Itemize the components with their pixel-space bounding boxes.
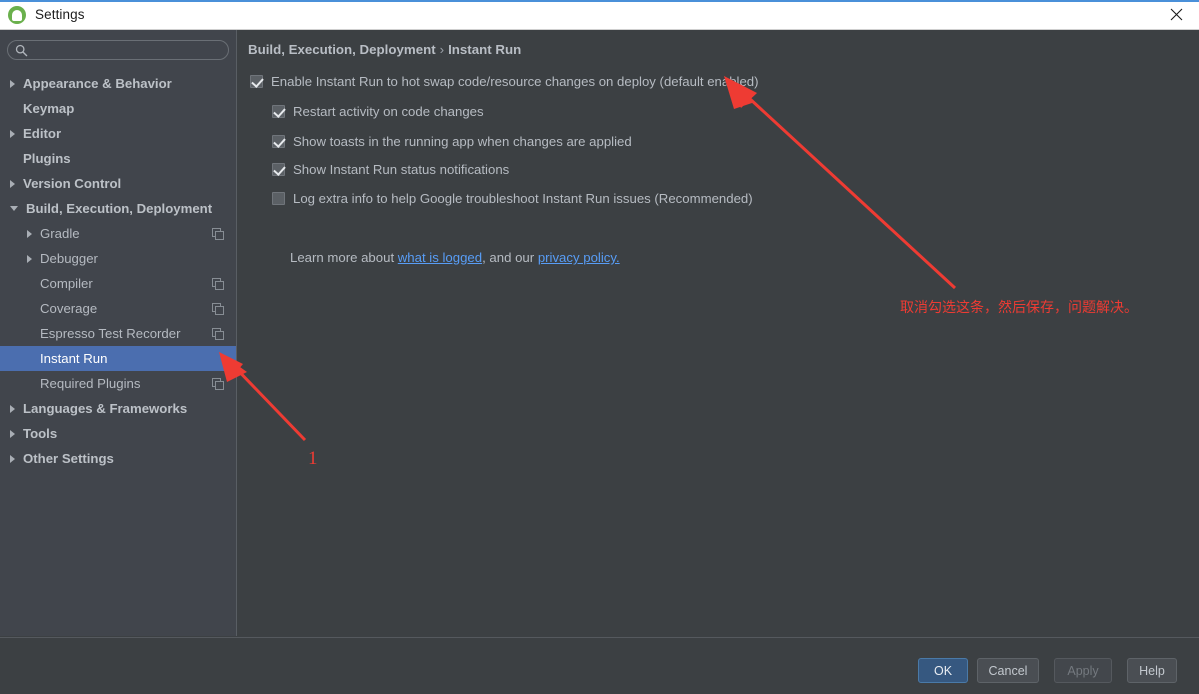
learn-more-text: Learn more about what is logged, and our… bbox=[290, 250, 620, 265]
copy-icon[interactable] bbox=[212, 327, 224, 340]
chevron-right-icon[interactable] bbox=[27, 254, 32, 263]
copy-icon[interactable] bbox=[212, 302, 224, 315]
settings-main-panel: Build, Execution, Deployment › Instant Run… bbox=[238, 30, 1199, 636]
close-icon[interactable] bbox=[1153, 0, 1199, 29]
sidebar-item-editor[interactable]: Editor bbox=[0, 121, 236, 146]
sidebar-item-label: Keymap bbox=[23, 101, 75, 116]
sidebar-item-other-settings[interactable]: Other Settings bbox=[0, 446, 236, 471]
chevron-right-icon[interactable] bbox=[10, 404, 15, 413]
option-label: Log extra info to help Google troublesho… bbox=[293, 191, 753, 206]
search-input[interactable] bbox=[33, 43, 213, 57]
sidebar-item-required-plugins[interactable]: Required Plugins bbox=[0, 371, 236, 396]
cancel-button[interactable]: Cancel bbox=[977, 658, 1039, 683]
twisty-placeholder bbox=[27, 330, 32, 338]
twisty-placeholder bbox=[27, 305, 32, 313]
title-accent-line bbox=[0, 0, 1199, 2]
sidebar-item-keymap[interactable]: Keymap bbox=[0, 96, 236, 121]
breadcrumb-parent: Build, Execution, Deployment bbox=[248, 42, 436, 57]
twisty-placeholder bbox=[27, 280, 32, 288]
chevron-right-icon[interactable] bbox=[27, 229, 32, 238]
option-row[interactable]: Log extra info to help Google troublesho… bbox=[272, 191, 753, 206]
apply-button: Apply bbox=[1054, 658, 1112, 683]
title-bar: Settings bbox=[0, 0, 1199, 30]
what-is-logged-link[interactable]: what is logged bbox=[398, 250, 482, 265]
twisty-placeholder bbox=[27, 355, 32, 363]
sidebar-item-label: Version Control bbox=[23, 176, 122, 191]
dialog-button-bar: OKCancelApplyHelp http://blog.csdn.net/c… bbox=[0, 637, 1199, 694]
sidebar-item-debugger[interactable]: Debugger bbox=[0, 246, 236, 271]
search-box[interactable] bbox=[7, 40, 229, 60]
sidebar-item-plugins[interactable]: Plugins bbox=[0, 146, 236, 171]
sidebar-item-gradle[interactable]: Gradle bbox=[0, 221, 236, 246]
sidebar-item-tools[interactable]: Tools bbox=[0, 421, 236, 446]
chevron-right-icon[interactable] bbox=[10, 454, 15, 463]
sidebar-item-label: Plugins bbox=[23, 151, 71, 166]
checkbox-unchecked[interactable] bbox=[272, 192, 285, 205]
chevron-right-icon[interactable] bbox=[10, 79, 15, 88]
sidebar-item-label: Editor bbox=[23, 126, 62, 141]
ok-button[interactable]: OK bbox=[918, 658, 968, 683]
copy-icon[interactable] bbox=[212, 227, 224, 240]
sidebar-item-label: Coverage bbox=[40, 301, 98, 316]
sidebar-item-coverage[interactable]: Coverage bbox=[0, 296, 236, 321]
breadcrumb-separator: › bbox=[439, 42, 445, 57]
option-row[interactable]: Enable Instant Run to hot swap code/reso… bbox=[250, 74, 759, 89]
twisty-placeholder bbox=[27, 380, 32, 388]
checkbox-checked[interactable] bbox=[250, 75, 263, 88]
annotation-chinese-note: 取消勾选这条，然后保存，问题解决。 bbox=[900, 300, 1138, 316]
privacy-policy-link[interactable]: privacy policy. bbox=[538, 250, 620, 265]
checkbox-checked[interactable] bbox=[272, 105, 285, 118]
learn-more-middle: , and our bbox=[482, 250, 538, 265]
option-label: Show Instant Run status notifications bbox=[293, 162, 510, 177]
learn-more-prefix: Learn more about bbox=[290, 250, 398, 265]
copy-icon[interactable] bbox=[212, 377, 224, 390]
chevron-right-icon[interactable] bbox=[10, 179, 15, 188]
sidebar-item-label: Gradle bbox=[40, 226, 80, 241]
window-title: Settings bbox=[35, 7, 85, 22]
option-label: Show toasts in the running app when chan… bbox=[293, 134, 632, 149]
sidebar-item-version-control[interactable]: Version Control bbox=[0, 171, 236, 196]
chevron-right-icon[interactable] bbox=[10, 429, 15, 438]
sidebar-item-compiler[interactable]: Compiler bbox=[0, 271, 236, 296]
option-label: Restart activity on code changes bbox=[293, 104, 484, 119]
sidebar-item-label: Languages & Frameworks bbox=[23, 401, 188, 416]
option-row[interactable]: Show toasts in the running app when chan… bbox=[272, 134, 632, 149]
sidebar-item-appearance-behavior[interactable]: Appearance & Behavior bbox=[0, 71, 236, 96]
search-icon bbox=[15, 44, 28, 56]
chevron-down-icon[interactable] bbox=[10, 206, 18, 211]
sidebar-item-label: Compiler bbox=[40, 276, 93, 291]
sidebar-item-label: Espresso Test Recorder bbox=[40, 326, 181, 341]
twisty-placeholder bbox=[10, 105, 15, 113]
sidebar-item-label: Debugger bbox=[40, 251, 98, 266]
sidebar-item-espresso-test-recorder[interactable]: Espresso Test Recorder bbox=[0, 321, 236, 346]
settings-sidebar: Appearance & Behavior Keymap Editor Plugins… bbox=[0, 30, 237, 636]
sidebar-item-label: Tools bbox=[23, 426, 58, 441]
breadcrumb: Build, Execution, Deployment › Instant Run bbox=[248, 42, 521, 57]
sidebar-item-label: Appearance & Behavior bbox=[23, 76, 172, 91]
sidebar-item-label: Other Settings bbox=[23, 451, 114, 466]
settings-tree: Appearance & Behavior Keymap Editor Plugins… bbox=[0, 71, 236, 471]
settings-window: Settings Appearance & Behavior Keymap Edit… bbox=[0, 0, 1199, 694]
sidebar-item-label: Build, Execution, Deployment bbox=[26, 201, 213, 216]
android-logo-icon bbox=[8, 5, 26, 24]
chevron-right-icon[interactable] bbox=[10, 129, 15, 138]
sidebar-item-languages-frameworks[interactable]: Languages & Frameworks bbox=[0, 396, 236, 421]
copy-icon[interactable] bbox=[212, 277, 224, 290]
sidebar-item-label: Instant Run bbox=[40, 351, 108, 366]
option-row[interactable]: Show Instant Run status notifications bbox=[272, 162, 509, 177]
checkbox-checked[interactable] bbox=[272, 163, 285, 176]
option-row[interactable]: Restart activity on code changes bbox=[272, 104, 484, 119]
help-button[interactable]: Help bbox=[1127, 658, 1177, 683]
sidebar-item-instant-run[interactable]: Instant Run bbox=[0, 346, 236, 371]
sidebar-item-label: Required Plugins bbox=[40, 376, 141, 391]
sidebar-item-build-execution-deployment[interactable]: Build, Execution, Deployment bbox=[0, 196, 236, 221]
checkbox-checked[interactable] bbox=[272, 135, 285, 148]
option-label: Enable Instant Run to hot swap code/reso… bbox=[271, 74, 759, 89]
annotation-step-label: 1 bbox=[308, 448, 318, 469]
twisty-placeholder bbox=[10, 155, 15, 163]
breadcrumb-current: Instant Run bbox=[448, 42, 522, 57]
